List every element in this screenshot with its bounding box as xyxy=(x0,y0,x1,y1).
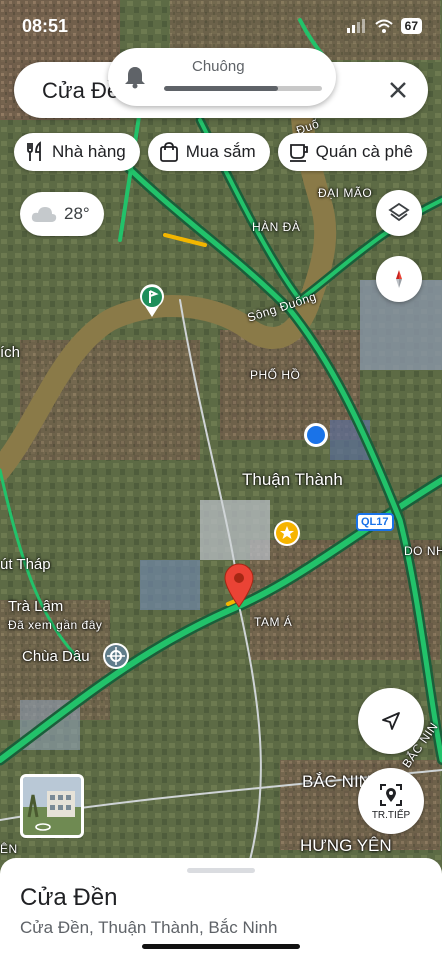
wifi-icon xyxy=(374,19,393,33)
chip-cafe[interactable]: Quán cà phê xyxy=(277,133,428,171)
place-address: Cửa Đền, Thuận Thành, Bắc Ninh xyxy=(20,918,278,937)
compass-button[interactable] xyxy=(376,256,422,302)
compass-icon xyxy=(396,270,402,288)
road-shield-ql17: QL17 xyxy=(356,513,394,531)
map-label-en: ÊN xyxy=(0,842,18,856)
sheet-drag-handle[interactable] xyxy=(187,868,255,873)
chip-label: Mua sắm xyxy=(185,142,256,161)
map-label-dai-mao: ĐẠI MÃO xyxy=(318,186,373,200)
chip-label: Nhà hàng xyxy=(52,142,126,161)
map-label-tra-lam[interactable]: Trà Lâm xyxy=(8,598,63,615)
chip-restaurants[interactable]: Nhà hàng xyxy=(14,133,140,171)
volume-bar xyxy=(164,86,322,91)
next-button-label: TR.TIẾP xyxy=(371,809,411,821)
battery-icon: 67 xyxy=(400,18,422,34)
bell-icon xyxy=(125,67,145,89)
map-label-han-da: HÀN ĐÀ xyxy=(252,220,301,234)
volume-level xyxy=(164,86,278,91)
ringer-label: Chuông xyxy=(192,58,245,75)
close-icon[interactable] xyxy=(384,76,412,104)
layers-icon xyxy=(388,202,410,222)
map-label-tam-a: TAM Á xyxy=(254,615,293,629)
cloud-icon xyxy=(31,207,57,222)
map-label-ich: ích xyxy=(0,344,21,361)
map-label-do-nh: DO NH xyxy=(404,544,442,558)
chip-label: Quán cà phê xyxy=(315,142,414,161)
weather-temp: 28° xyxy=(64,204,90,223)
fork-knife-icon xyxy=(27,141,41,161)
ringer-notification: Chuông xyxy=(108,48,336,106)
my-location-button[interactable] xyxy=(358,688,424,754)
map-label-recently-viewed: Đã xem gần đây xyxy=(8,618,103,632)
map-label-pho-ho: PHỐ HỒ xyxy=(250,368,301,382)
weather-chip[interactable]: 28° xyxy=(20,192,104,236)
status-time: 08:51 xyxy=(22,16,69,36)
map-label-thuan-thanh[interactable]: Thuận Thành xyxy=(242,470,343,490)
home-indicator[interactable] xyxy=(142,944,300,949)
map-label-chua-dau[interactable]: Chùa Dâu xyxy=(22,648,90,665)
street-view-image xyxy=(23,777,81,835)
shopping-bag-icon xyxy=(159,142,178,162)
location-search-icon xyxy=(380,783,402,806)
map-label-hung-yen: HƯNG YÊN xyxy=(300,836,392,855)
status-icons: 67 xyxy=(346,18,422,34)
place-title: Cửa Đền xyxy=(20,884,118,911)
nearby-next-button[interactable]: TR.TIẾP xyxy=(358,768,424,834)
layers-button[interactable] xyxy=(376,190,422,236)
signal-icon xyxy=(346,19,365,33)
status-bar: 08:51 67 xyxy=(0,0,442,48)
coffee-cup-icon xyxy=(289,144,308,162)
chip-shopping[interactable]: Mua sắm xyxy=(147,133,270,171)
navigation-arrow-icon xyxy=(382,712,400,730)
category-chips: Nhà hàng Mua sắm Quán cà phê xyxy=(14,133,428,171)
map-label-ut-thap[interactable]: út Tháp xyxy=(0,556,51,573)
street-view-thumbnail[interactable] xyxy=(20,774,84,838)
